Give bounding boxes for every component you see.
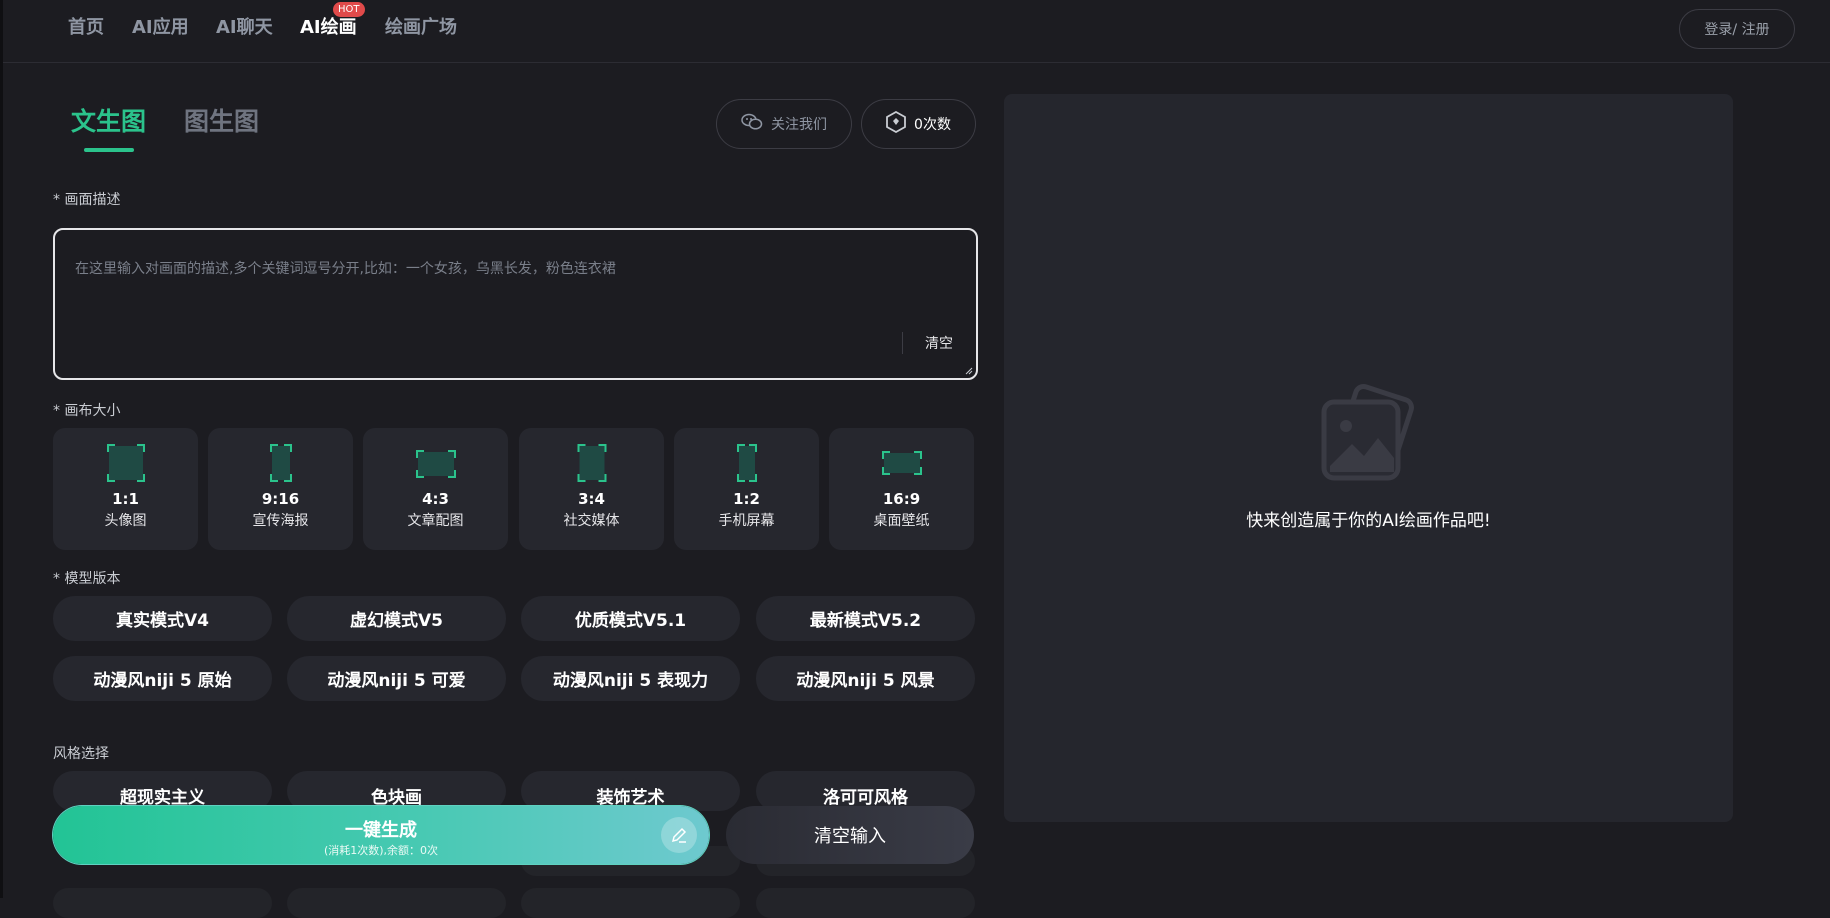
follow-us-label: 关注我们 xyxy=(771,117,827,133)
clear-prompt-button[interactable]: 清空 xyxy=(925,333,953,353)
size-desc: 社交媒体 xyxy=(563,513,620,529)
generate-button[interactable]: 一键生成 (消耗1次数),余额：0次 xyxy=(53,806,709,864)
size-ratio: 16:9 xyxy=(882,490,921,508)
style-option[interactable]: 超现实主义 xyxy=(53,771,272,811)
model-option[interactable]: 动漫风niji 5 表现力 xyxy=(521,656,740,701)
tab-text-to-image[interactable]: 文生图 xyxy=(71,102,146,138)
size-option-3-4[interactable]: 3:4 社交媒体 xyxy=(519,428,664,550)
ratio-frame-icon xyxy=(883,453,920,473)
size-desc: 手机屏幕 xyxy=(718,513,775,529)
prompt-placeholder: 在这里输入对画面的描述,多个关键词逗号分开,比如：一个女孩，乌黑长发，粉色连衣裙 xyxy=(75,261,616,277)
ratio-frame-icon xyxy=(108,446,143,480)
hot-badge: HOT xyxy=(333,2,365,17)
size-desc: 头像图 xyxy=(104,513,147,529)
size-desc: 宣传海报 xyxy=(252,513,309,529)
resize-handle-icon[interactable] xyxy=(965,367,973,375)
tab-active-indicator xyxy=(84,148,134,152)
prompt-label: * 画面描述 xyxy=(53,192,121,208)
size-ratio: 1:1 xyxy=(112,490,139,508)
style-option[interactable]: 色块画 xyxy=(287,771,506,811)
size-option-9-16[interactable]: 9:16 宣传海报 xyxy=(208,428,353,550)
nav-ai-drawing[interactable]: AI绘画 xyxy=(300,16,357,40)
style-option-hidden xyxy=(521,888,740,918)
size-option-4-3[interactable]: 4:3 文章配图 xyxy=(363,428,508,550)
style-label: 风格选择 xyxy=(53,746,109,762)
credits-button[interactable]: 0次数 xyxy=(861,99,976,149)
size-desc: 文章配图 xyxy=(407,513,464,529)
clear-input-button[interactable]: 清空输入 xyxy=(726,806,974,864)
follow-us-button[interactable]: 关注我们 xyxy=(716,99,852,149)
model-option[interactable]: 动漫风niji 5 可爱 xyxy=(287,656,506,701)
credits-count: 0次数 xyxy=(914,117,951,133)
size-ratio: 4:3 xyxy=(422,490,449,508)
image-placeholder-icon xyxy=(1321,384,1414,481)
ratio-frame-icon xyxy=(417,452,454,476)
size-ratio: 1:2 xyxy=(733,490,760,508)
nav-ai-apps[interactable]: AI应用 xyxy=(132,16,189,40)
model-option[interactable]: 最新模式V5.2 xyxy=(756,596,975,641)
nav-home[interactable]: 首页 xyxy=(68,16,104,40)
size-option-1-2[interactable]: 1:2 手机屏幕 xyxy=(674,428,819,550)
model-version-label: * 模型版本 xyxy=(53,571,121,587)
generate-label: 一键生成 xyxy=(345,820,417,841)
pen-icon xyxy=(661,817,697,853)
ratio-frame-icon xyxy=(271,446,290,480)
prompt-input[interactable]: 在这里输入对画面的描述,多个关键词逗号分开,比如：一个女孩，乌黑长发，粉色连衣裙… xyxy=(53,228,978,380)
login-register-button[interactable]: 登录/ 注册 xyxy=(1679,9,1795,49)
ratio-frame-icon xyxy=(738,446,755,480)
size-option-16-9[interactable]: 16:9 桌面壁纸 xyxy=(829,428,974,550)
generate-cost: (消耗1次数),余额：0次 xyxy=(323,844,439,857)
nav-gallery[interactable]: 绘画广场 xyxy=(385,16,457,40)
window-edge xyxy=(0,0,3,898)
top-nav: 首页 AI应用 AI聊天 AI绘画 HOT 绘画广场 登录/ 注册 xyxy=(3,0,1830,63)
style-option-hidden xyxy=(53,888,272,918)
style-option[interactable]: 洛可可风格 xyxy=(756,771,975,811)
divider xyxy=(902,332,903,354)
model-option[interactable]: 虚幻模式V5 xyxy=(287,596,506,641)
shield-icon xyxy=(886,110,906,137)
model-option[interactable]: 优质模式V5.1 xyxy=(521,596,740,641)
style-option[interactable]: 装饰艺术 xyxy=(521,771,740,811)
ratio-frame-icon xyxy=(579,446,604,480)
preview-caption: 快来创造属于你的AI绘画作品吧! xyxy=(1246,511,1491,531)
preview-panel: 快来创造属于你的AI绘画作品吧! xyxy=(1004,94,1733,822)
size-option-1-1[interactable]: 1:1 头像图 xyxy=(53,428,198,550)
nav-ai-chat[interactable]: AI聊天 xyxy=(216,16,273,40)
size-ratio: 3:4 xyxy=(578,490,605,508)
model-option[interactable]: 动漫风niji 5 原始 xyxy=(53,656,272,701)
model-option[interactable]: 真实模式V4 xyxy=(53,596,272,641)
tab-image-to-image[interactable]: 图生图 xyxy=(184,102,259,138)
canvas-size-label: * 画布大小 xyxy=(53,403,121,419)
size-ratio: 9:16 xyxy=(261,490,300,508)
wechat-icon xyxy=(741,113,763,135)
style-option-hidden xyxy=(287,888,506,918)
size-desc: 桌面壁纸 xyxy=(873,513,930,529)
style-option-hidden xyxy=(756,888,975,918)
model-option[interactable]: 动漫风niji 5 风景 xyxy=(756,656,975,701)
